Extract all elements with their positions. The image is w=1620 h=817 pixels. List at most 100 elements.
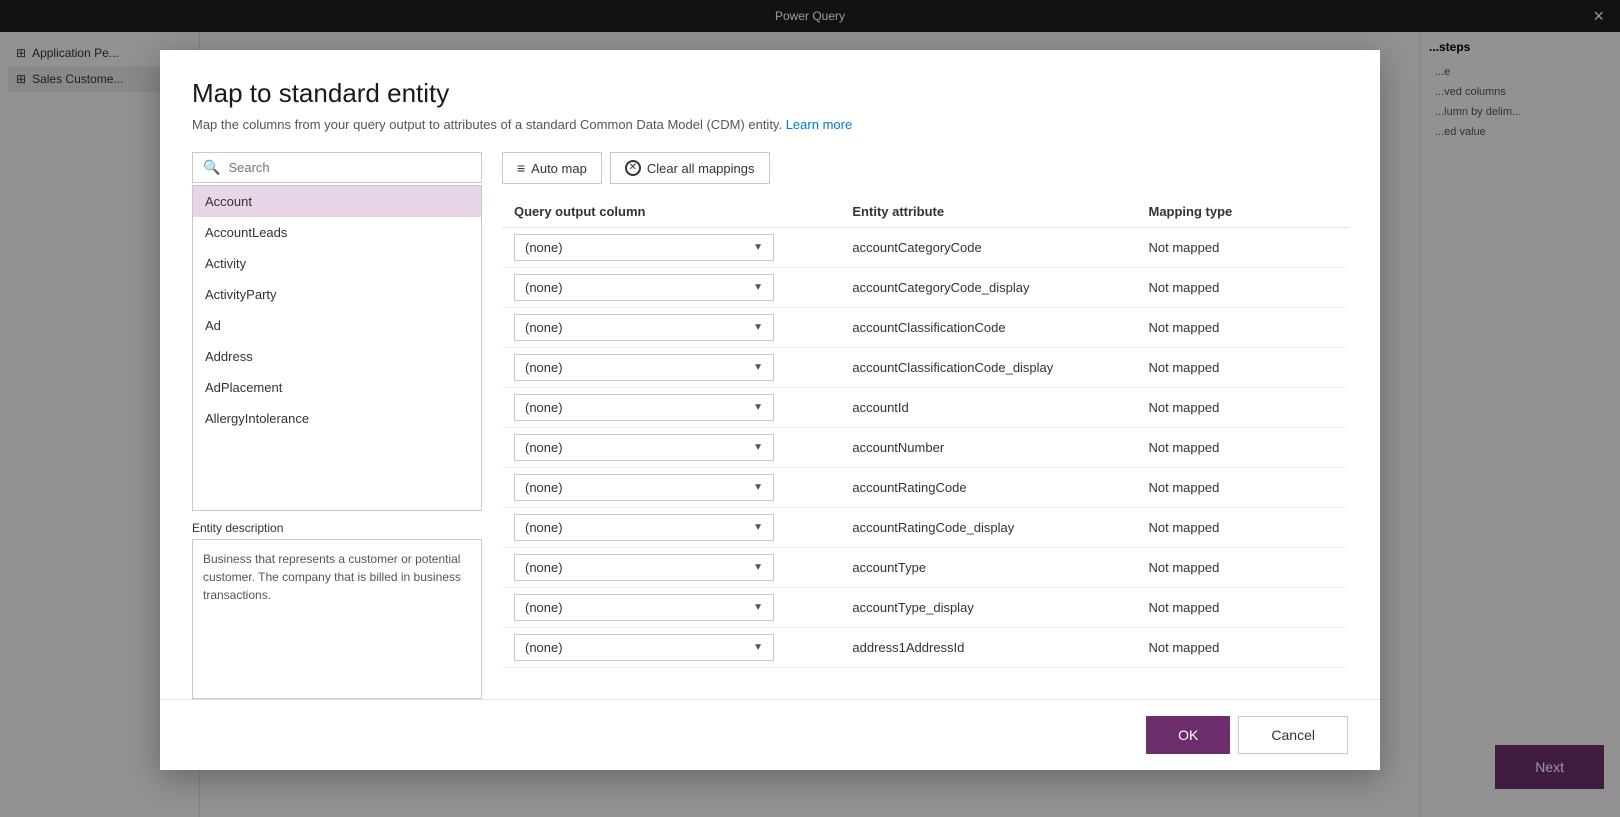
entity-list-container: Account AccountLeads Activity ActivityPa… — [192, 185, 482, 511]
table-cell-attribute: accountRatingCode — [840, 468, 1136, 508]
entity-item-accountleads[interactable]: AccountLeads — [193, 217, 481, 248]
table-cell-mapping: Not mapped — [1136, 628, 1348, 668]
table-row: (none) ▼ accountClassificationCode_displ… — [502, 348, 1348, 388]
entity-item-allergyintolerance[interactable]: AllergyIntolerance — [193, 403, 481, 434]
col-header-mapping: Mapping type — [1136, 196, 1348, 228]
dropdown-row3[interactable]: (none) ▼ — [514, 314, 774, 341]
table-cell-mapping: Not mapped — [1136, 428, 1348, 468]
table-cell-mapping: Not mapped — [1136, 268, 1348, 308]
auto-map-button[interactable]: ≡ Auto map — [502, 152, 602, 184]
dropdown-row9[interactable]: (none) ▼ — [514, 554, 774, 581]
dropdown-row10[interactable]: (none) ▼ — [514, 594, 774, 621]
dropdown-value-row3: (none) — [525, 320, 563, 335]
table-cell-attribute: accountClassificationCode — [840, 308, 1136, 348]
chevron-down-icon: ▼ — [753, 522, 763, 533]
table-cell-dropdown: (none) ▼ — [502, 268, 840, 308]
col-header-query: Query output column — [502, 196, 840, 228]
attribute-value: accountNumber — [852, 440, 944, 455]
search-input[interactable] — [228, 160, 471, 175]
dropdown-value-row10: (none) — [525, 600, 563, 615]
entity-item-activity[interactable]: Activity — [193, 248, 481, 279]
mapping-status: Not mapped — [1148, 320, 1219, 335]
table-cell-dropdown: (none) ▼ — [502, 308, 840, 348]
table-row: (none) ▼ accountClassificationCode Not m… — [502, 308, 1348, 348]
table-cell-attribute: accountClassificationCode_display — [840, 348, 1136, 388]
clear-mappings-button[interactable]: ✕ Clear all mappings — [610, 152, 770, 184]
ok-button[interactable]: OK — [1146, 716, 1230, 754]
col-header-entity: Entity attribute — [840, 196, 1136, 228]
dropdown-row4[interactable]: (none) ▼ — [514, 354, 774, 381]
mapping-status: Not mapped — [1148, 560, 1219, 575]
chevron-down-icon: ▼ — [753, 482, 763, 493]
mapping-status: Not mapped — [1148, 440, 1219, 455]
entity-item-adplacement[interactable]: AdPlacement — [193, 372, 481, 403]
mapping-status: Not mapped — [1148, 640, 1219, 655]
chevron-down-icon: ▼ — [753, 322, 763, 333]
table-cell-dropdown: (none) ▼ — [502, 508, 840, 548]
table-cell-attribute: accountRatingCode_display — [840, 508, 1136, 548]
dropdown-row6[interactable]: (none) ▼ — [514, 434, 774, 461]
entity-item-address[interactable]: Address — [193, 341, 481, 372]
mapping-status: Not mapped — [1148, 600, 1219, 615]
dropdown-row1[interactable]: (none) ▼ — [514, 234, 774, 261]
mapping-status: Not mapped — [1148, 240, 1219, 255]
chevron-down-icon: ▼ — [753, 282, 763, 293]
table-row: (none) ▼ accountType_display Not mapped — [502, 588, 1348, 628]
attribute-value: accountId — [852, 400, 908, 415]
entity-item-ad[interactable]: Ad — [193, 310, 481, 341]
dropdown-value-row5: (none) — [525, 400, 563, 415]
dropdown-row8[interactable]: (none) ▼ — [514, 514, 774, 541]
table-cell-attribute: accountCategoryCode — [840, 228, 1136, 268]
entity-item-account[interactable]: Account — [193, 186, 481, 217]
table-row: (none) ▼ address1AddressId Not mapped — [502, 628, 1348, 668]
entity-item-activityparty[interactable]: ActivityParty — [193, 279, 481, 310]
table-cell-dropdown: (none) ▼ — [502, 348, 840, 388]
dropdown-value-row7: (none) — [525, 480, 563, 495]
modal-header: Map to standard entity Map the columns f… — [160, 50, 1380, 152]
dropdown-value-row1: (none) — [525, 240, 563, 255]
table-cell-attribute: address1AddressId — [840, 628, 1136, 668]
table-cell-dropdown: (none) ▼ — [502, 428, 840, 468]
attribute-value: address1AddressId — [852, 640, 964, 655]
mapping-header-row: Query output column Entity attribute Map… — [502, 196, 1348, 228]
dropdown-row11[interactable]: (none) ▼ — [514, 634, 774, 661]
attribute-value: accountClassificationCode_display — [852, 360, 1053, 375]
table-cell-mapping: Not mapped — [1136, 228, 1348, 268]
dropdown-row2[interactable]: (none) ▼ — [514, 274, 774, 301]
chevron-down-icon: ▼ — [753, 362, 763, 373]
table-cell-mapping: Not mapped — [1136, 508, 1348, 548]
table-cell-dropdown: (none) ▼ — [502, 588, 840, 628]
table-row: (none) ▼ accountCategoryCode Not mapped — [502, 228, 1348, 268]
auto-map-label: Auto map — [531, 161, 587, 176]
table-cell-attribute: accountType — [840, 548, 1136, 588]
table-cell-mapping: Not mapped — [1136, 588, 1348, 628]
table-cell-mapping: Not mapped — [1136, 468, 1348, 508]
chevron-down-icon: ▼ — [753, 602, 763, 613]
table-cell-attribute: accountCategoryCode_display — [840, 268, 1136, 308]
attribute-value: accountCategoryCode_display — [852, 280, 1029, 295]
learn-more-link[interactable]: Learn more — [786, 117, 852, 132]
modal-subtitle: Map the columns from your query output t… — [192, 117, 1348, 132]
search-icon: 🔍 — [203, 159, 220, 176]
table-cell-attribute: accountNumber — [840, 428, 1136, 468]
mapping-table-container: Query output column Entity attribute Map… — [502, 196, 1348, 699]
attribute-value: accountType_display — [852, 600, 973, 615]
dropdown-value-row8: (none) — [525, 520, 563, 535]
mapping-status: Not mapped — [1148, 480, 1219, 495]
table-cell-dropdown: (none) ▼ — [502, 388, 840, 428]
dropdown-row5[interactable]: (none) ▼ — [514, 394, 774, 421]
table-row: (none) ▼ accountId Not mapped — [502, 388, 1348, 428]
table-cell-mapping: Not mapped — [1136, 348, 1348, 388]
dropdown-value-row9: (none) — [525, 560, 563, 575]
mapping-status: Not mapped — [1148, 400, 1219, 415]
modal-body: 🔍 Account AccountLeads Activity Activity… — [160, 152, 1380, 699]
dropdown-row7[interactable]: (none) ▼ — [514, 474, 774, 501]
mapping-table: Query output column Entity attribute Map… — [502, 196, 1348, 668]
table-cell-dropdown: (none) ▼ — [502, 628, 840, 668]
modal-title: Map to standard entity — [192, 78, 1348, 109]
chevron-down-icon: ▼ — [753, 402, 763, 413]
auto-map-icon: ≡ — [517, 160, 525, 176]
cancel-button[interactable]: Cancel — [1238, 716, 1348, 754]
table-cell-mapping: Not mapped — [1136, 548, 1348, 588]
dropdown-value-row2: (none) — [525, 280, 563, 295]
